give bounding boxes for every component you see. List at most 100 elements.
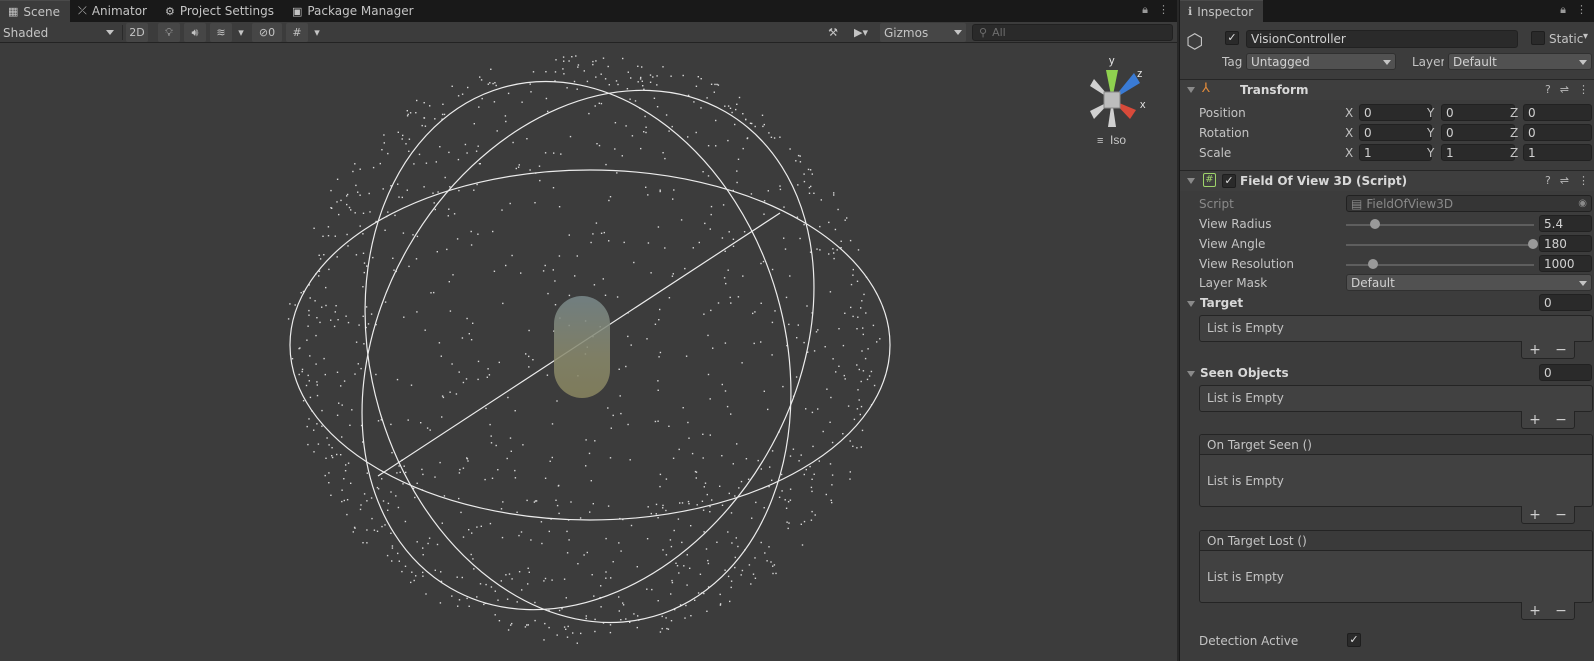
fov-enabled-checkbox[interactable]: ✓ xyxy=(1222,174,1236,188)
object-name-field[interactable]: VisionController xyxy=(1246,30,1518,48)
view-resolution-field[interactable]: 1000 xyxy=(1539,255,1592,272)
raycast-point xyxy=(813,473,815,475)
layer-mask-dropdown[interactable]: Default xyxy=(1346,274,1592,291)
view-radius-field[interactable]: 5.4 xyxy=(1539,215,1592,232)
preset-icon[interactable]: ⇌ xyxy=(1560,83,1569,96)
toggle-2d-button[interactable]: 2D xyxy=(126,23,148,42)
detection-active-checkbox[interactable]: ✓ xyxy=(1347,633,1361,647)
target-list-label[interactable]: Target xyxy=(1200,296,1243,310)
grid-dropdown-button[interactable]: ▾ xyxy=(310,23,324,42)
position-z-field[interactable]: 0 xyxy=(1523,104,1592,121)
camera-dropdown-button[interactable]: ▶ ▾ xyxy=(846,23,876,42)
audio-toggle-button[interactable]: 🔊︎ xyxy=(184,23,206,42)
axis-x-label[interactable]: X xyxy=(1345,126,1353,140)
raycast-point xyxy=(858,399,860,401)
add-seen-listener-button[interactable]: + xyxy=(1529,507,1541,523)
remove-seen-listener-button[interactable]: − xyxy=(1555,507,1567,523)
raycast-point xyxy=(697,592,700,594)
view-angle-field[interactable]: 180 xyxy=(1539,235,1592,252)
target-size-field[interactable]: 0 xyxy=(1539,294,1592,311)
transform-header[interactable]: ⅄ Transform ? ⇌ ⋮ xyxy=(1180,79,1594,100)
seen-objects-label[interactable]: Seen Objects xyxy=(1200,366,1289,380)
kebab-menu-icon[interactable]: ⋮ xyxy=(1158,3,1169,17)
raycast-point xyxy=(710,309,712,312)
effects-toggle-button[interactable]: ≋ xyxy=(210,23,232,42)
tab-animator[interactable]: ⤫ Animator xyxy=(70,0,157,22)
view-angle-slider[interactable] xyxy=(1346,244,1534,246)
scale-x-field[interactable]: 1 xyxy=(1359,144,1432,161)
scale-z-field[interactable]: 1 xyxy=(1523,144,1592,161)
kebab-menu-icon[interactable]: ⋮ xyxy=(1578,174,1589,187)
eye-slash-icon: ⊘ xyxy=(258,26,269,39)
tools-button[interactable]: ⚒ xyxy=(822,23,844,42)
lighting-toggle-button[interactable]: 💡︎ xyxy=(158,23,180,42)
lock-icon[interactable]: 🔒︎ xyxy=(1560,3,1566,17)
raycast-point xyxy=(426,427,429,429)
gizmos-dropdown[interactable]: Gizmos xyxy=(880,23,966,42)
foldout-arrow-icon[interactable] xyxy=(1187,178,1195,184)
raycast-point xyxy=(437,191,439,193)
axis-x-label[interactable]: X xyxy=(1345,146,1353,160)
raycast-point xyxy=(416,541,418,543)
add-target-button[interactable]: + xyxy=(1529,342,1541,358)
active-checkbox[interactable]: ✓ xyxy=(1225,31,1239,45)
raycast-point xyxy=(715,119,717,122)
add-seen-button[interactable]: + xyxy=(1529,412,1541,428)
remove-lost-listener-button[interactable]: − xyxy=(1555,603,1567,619)
help-icon[interactable]: ? xyxy=(1545,174,1551,187)
position-x-field[interactable]: 0 xyxy=(1359,104,1432,121)
kebab-menu-icon[interactable]: ⋮ xyxy=(1576,3,1587,17)
scene-search-input[interactable]: ⚲ All xyxy=(972,24,1173,41)
capsule-object[interactable] xyxy=(554,296,610,398)
view-angle-slider-knob[interactable] xyxy=(1528,239,1538,249)
axis-y-label[interactable]: Y xyxy=(1427,106,1434,120)
kebab-menu-icon[interactable]: ⋮ xyxy=(1578,83,1589,96)
add-lost-listener-button[interactable]: + xyxy=(1529,603,1541,619)
axis-z-label[interactable]: Z xyxy=(1510,126,1518,140)
axis-x-label[interactable]: X xyxy=(1345,106,1353,120)
rotation-x-field[interactable]: 0 xyxy=(1359,124,1432,141)
foldout-arrow-icon[interactable] xyxy=(1187,371,1195,377)
lock-icon[interactable]: 🔒︎ xyxy=(1142,3,1148,17)
axis-z-label[interactable]: Z xyxy=(1510,146,1518,160)
scale-y-field[interactable]: 1 xyxy=(1441,144,1515,161)
tab-inspector[interactable]: ℹ Inspector xyxy=(1180,0,1264,22)
tag-dropdown[interactable]: Untagged xyxy=(1246,53,1396,70)
effects-dropdown-button[interactable]: ▾ xyxy=(234,23,248,42)
raycast-point xyxy=(856,280,859,282)
view-radius-slider-knob[interactable] xyxy=(1369,219,1380,229)
tab-project-settings[interactable]: ⚙ Project Settings xyxy=(157,0,284,22)
preset-icon[interactable]: ⇌ xyxy=(1560,174,1569,187)
shading-mode-dropdown[interactable]: Shaded xyxy=(0,23,118,42)
axis-y-label[interactable]: Y xyxy=(1427,146,1434,160)
grid-toggle-button[interactable]: # xyxy=(286,23,308,42)
raycast-point xyxy=(516,511,518,513)
hidden-objects-toggle[interactable]: ⊘ 0 xyxy=(252,23,282,42)
position-y-field[interactable]: 0 xyxy=(1441,104,1515,121)
projection-label[interactable]: Iso xyxy=(1110,133,1126,147)
static-checkbox[interactable] xyxy=(1531,31,1545,45)
chevron-down-icon[interactable]: ▾ xyxy=(1583,31,1588,42)
layer-dropdown[interactable]: Default xyxy=(1448,53,1592,70)
orientation-gizmo[interactable]: y z x xyxy=(1090,55,1146,127)
axis-y-label[interactable]: Y xyxy=(1427,126,1434,140)
tab-scene[interactable]: ▦ Scene xyxy=(0,0,70,22)
raycast-point xyxy=(306,425,308,428)
scene-canvas[interactable]: y z x ≡ Iso xyxy=(0,43,1177,661)
foldout-arrow-icon[interactable] xyxy=(1187,87,1195,93)
rotation-y-field[interactable]: 0 xyxy=(1441,124,1515,141)
scene-viewport[interactable]: y z x ≡ Iso xyxy=(0,43,1177,661)
seen-objects-size-field[interactable]: 0 xyxy=(1539,364,1592,381)
raycast-point xyxy=(779,136,781,138)
axis-z-label[interactable]: Z xyxy=(1510,106,1518,120)
fov-component-header[interactable]: # ✓ Field Of View 3D (Script) ? ⇌ ⋮ xyxy=(1180,170,1594,191)
remove-target-button[interactable]: − xyxy=(1555,342,1567,358)
raycast-point xyxy=(850,306,852,309)
projection-menu-icon[interactable]: ≡ xyxy=(1097,135,1103,147)
view-resolution-slider-knob[interactable] xyxy=(1367,259,1378,269)
foldout-arrow-icon[interactable] xyxy=(1187,301,1195,307)
remove-seen-button[interactable]: − xyxy=(1555,412,1567,428)
help-icon[interactable]: ? xyxy=(1545,83,1551,96)
rotation-z-field[interactable]: 0 xyxy=(1523,124,1592,141)
tab-package-manager[interactable]: ▣ Package Manager xyxy=(284,0,424,22)
